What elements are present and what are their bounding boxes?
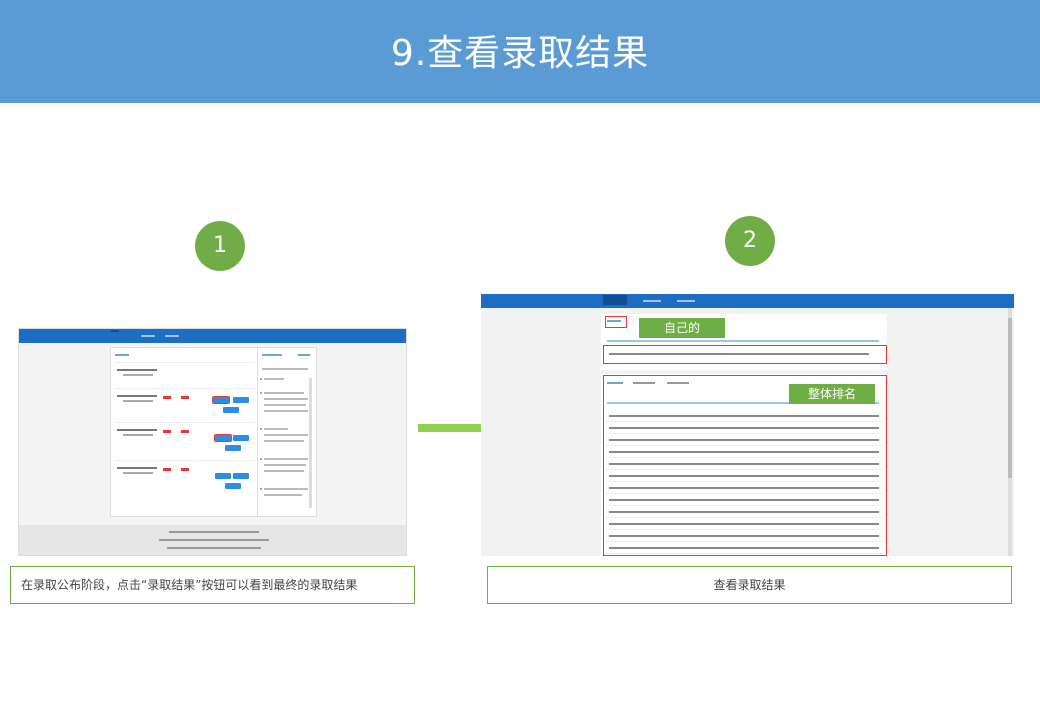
page-title: 9.查看录取结果 bbox=[390, 33, 650, 74]
mini-notice-panel bbox=[257, 347, 317, 517]
step-2-caption: 查看录取结果 bbox=[487, 566, 1012, 604]
mini-scrollbar bbox=[1008, 308, 1012, 556]
mini-result-button bbox=[212, 396, 230, 404]
screenshot-step-2: 自己的 整体排名 bbox=[481, 294, 1014, 556]
mini-footer bbox=[19, 525, 406, 555]
step-1-caption: 在录取公布阶段，点击“录取结果”按钮可以看到最终的录取结果 bbox=[10, 566, 415, 604]
step-2-badge: 2 bbox=[725, 216, 775, 266]
mini-nav-bar-2 bbox=[481, 294, 1014, 308]
mini-application-list bbox=[110, 347, 260, 517]
label-self: 自己的 bbox=[639, 318, 725, 338]
screenshot-step-1 bbox=[18, 328, 407, 556]
label-ranking: 整体排名 bbox=[789, 384, 875, 404]
step-1-badge: 1 bbox=[195, 221, 245, 271]
header-banner: 9.查看录取结果 bbox=[0, 0, 1040, 103]
mini-nav-bar bbox=[19, 329, 406, 343]
